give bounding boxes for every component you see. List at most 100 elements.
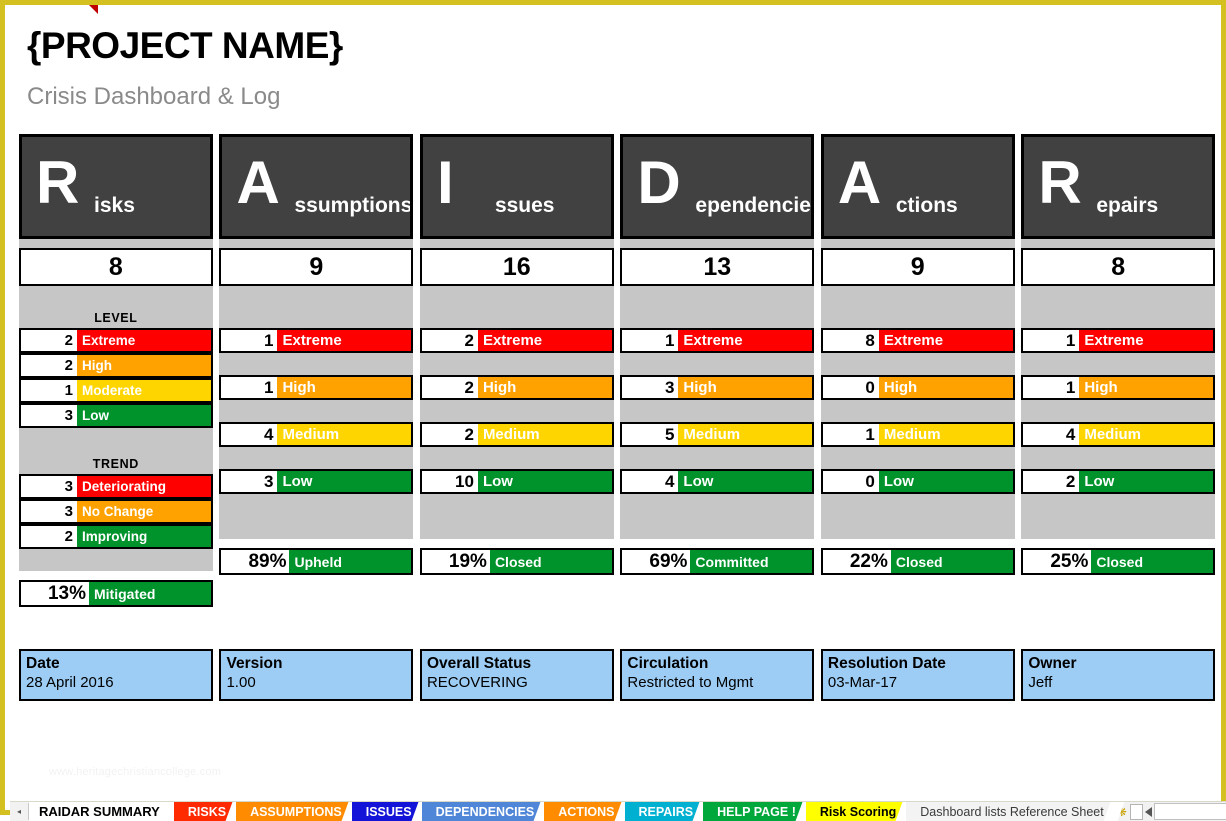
scroll-split-handle[interactable] [1129,803,1143,820]
column-header-card: Issues [419,134,614,239]
level-row: 4 Medium [219,422,414,447]
sheet-tab-label: ACTIONS [558,804,615,819]
level-label: Extreme [477,330,612,351]
sheet-tab-assumptions[interactable]: ASSUMPTIONS [236,802,363,821]
column-initial: A [837,149,882,216]
column-total-count: 9 [219,248,414,286]
level-value: 5 [622,424,679,445]
level-value: 2 [21,355,77,376]
percent-row: 22% Closed [820,548,1015,575]
trend-heading: TREND [19,452,213,474]
sheet-tab-bar[interactable]: ◂ RAIDAR SUMMARY RISKS ASSUMPTIONS ISSUES DE… [10,801,1226,821]
level-value: 2 [421,424,478,445]
raidar-column-issues: Issues 16 2 Extreme 2 High 2 Medium 10 Low 19% Clos… [419,134,614,604]
raidar-column-dependencies: Dependencies 13 1 Extreme 3 High 5 Medium 4 Low 69… [620,134,815,604]
sheet-tab-risks[interactable]: RISKS [173,802,247,821]
level-value: 10 [421,471,478,492]
sheet-tab-raidar-summary[interactable]: RAIDAR SUMMARY [29,802,185,821]
column-name-rest: ssues [494,194,555,217]
info-box-version[interactable]: Version 1.00 [219,649,414,701]
level-label: Low [878,471,1013,492]
sheet-tab-label: Dashboard lists Reference Sheet [920,804,1104,819]
level-row: 4 Low [620,469,815,494]
tab-nav-prev-icon[interactable]: ◂ [10,803,29,820]
level-label: High [477,377,612,398]
dashboard-canvas: {PROJECT NAME} Crisis Dashboard & Log Ri… [5,5,1221,810]
spacer [620,286,815,328]
spreadsheet-window: {PROJECT NAME} Crisis Dashboard & Log Ri… [0,0,1226,821]
spacer [820,539,1015,548]
level-value: 2 [1023,471,1080,492]
spacer [1021,353,1216,375]
percent-row: 13% Mitigated [19,580,213,607]
horizontal-scrollbar[interactable] [1129,803,1226,820]
info-box-resolution-date[interactable]: Resolution Date 03-Mar-17 [820,649,1015,701]
info-box-overall-status[interactable]: Overall Status RECOVERING [419,649,614,701]
info-box-date[interactable]: Date 28 April 2016 [19,649,213,701]
page-subtitle: Crisis Dashboard & Log [27,83,281,110]
raidar-column-repairs: Repairs 8 1 Extreme 1 High 4 Medium 2 Low 25% Close… [1021,134,1216,604]
percent-value: 22% [822,550,891,573]
page-title: {PROJECT NAME} [27,25,343,66]
level-value: 3 [21,405,77,426]
sheet-tab-label: HELP PAGE ! [717,804,796,819]
level-row: 2 Medium [419,422,614,447]
level-label: Extreme [678,330,813,351]
level-value: 8 [822,330,879,351]
cell-comment-marker-icon[interactable] [89,5,98,14]
sheet-tab-risk-scoring[interactable]: Risk Scoring [805,802,917,821]
scroll-left-arrow-icon[interactable] [1144,806,1152,817]
level-value: 2 [421,330,478,351]
sheet-tab-actions[interactable]: ACTIONS [544,802,635,821]
spacer [19,239,213,248]
spacer [219,239,414,248]
sheet-tab-help-page[interactable]: HELP PAGE ! [703,802,817,821]
level-value: 4 [622,471,679,492]
percent-row: 69% Committed [620,548,815,575]
level-label: High [1079,377,1214,398]
info-box-circulation[interactable]: Circulation Restricted to Mgmt [620,649,815,701]
column-total-count: 16 [419,248,614,286]
percent-value: 25% [1023,550,1092,573]
spacer [419,400,614,422]
level-label: Extreme [878,330,1013,351]
sheet-tab-dependencies[interactable]: DEPENDENCIES [421,802,555,821]
sheet-tab-issues[interactable]: ISSUES [351,802,433,821]
column-total-count: 8 [1021,248,1216,286]
percent-value: 89% [221,550,290,573]
column-header-card: Dependencies [620,134,815,239]
percent-value: 19% [421,550,490,573]
level-label: Low [77,405,211,426]
percent-row: 19% Closed [419,548,614,575]
spacer [1021,539,1216,548]
sheet-tab-dashboard-lists-reference-sheet[interactable]: Dashboard lists Reference Sheet [906,802,1125,821]
trend-value: 3 [21,501,77,522]
sheet-tab-label: DEPENDENCIES [435,804,535,819]
level-row: 2 Low [1021,469,1216,494]
percent-label: Closed [890,550,1013,573]
percent-row: 25% Closed [1021,548,1216,575]
column-initial: D [637,149,681,216]
trend-value: 2 [21,526,77,547]
info-box-key: Overall Status [426,655,532,672]
scroll-track[interactable] [1153,803,1226,820]
level-value: 1 [822,424,879,445]
sheet-tab-repairs[interactable]: REPAIRS [624,802,714,821]
spacer [820,447,1015,469]
percent-label: Closed [489,550,612,573]
level-label: Low [1079,471,1214,492]
spacer [419,447,614,469]
info-box-row: Date 28 April 2016 Version 1.00 Overall Stat… [19,649,1216,701]
percent-label: Closed [1091,550,1214,573]
level-label: Extreme [277,330,412,351]
column-name-rest: ssumptions [294,194,413,217]
spacer [1021,286,1216,328]
column-header-card: Repairs [1021,134,1216,239]
level-label: Extreme [1079,330,1214,351]
info-box-owner[interactable]: Owner Jeff [1021,649,1216,701]
level-value: 1 [622,330,679,351]
level-row: 0 Low [820,469,1015,494]
level-value: 1 [1023,377,1080,398]
spacer [419,286,614,328]
level-label: Moderate [77,380,211,401]
